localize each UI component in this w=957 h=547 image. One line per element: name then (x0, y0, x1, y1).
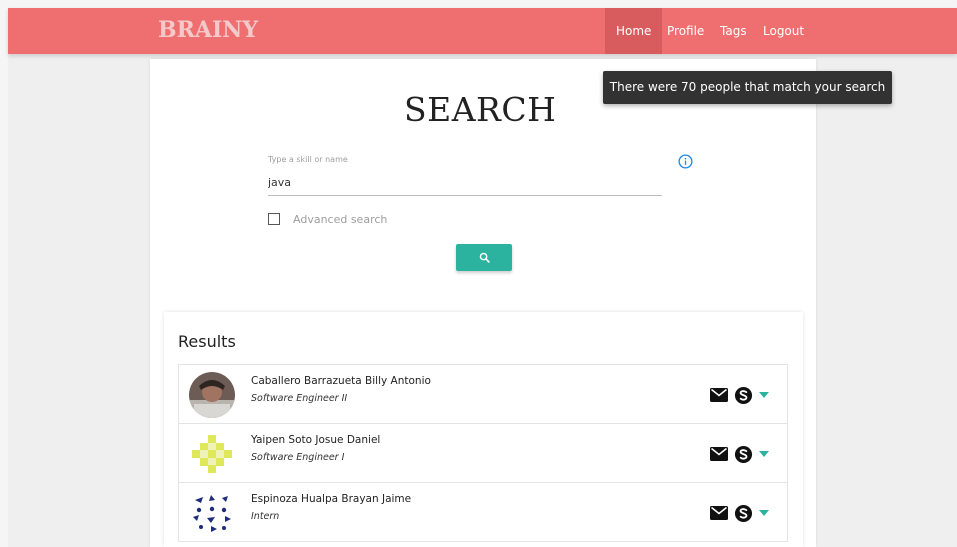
skype-icon[interactable] (734, 445, 753, 464)
row-actions (710, 385, 769, 405)
nav-tags[interactable]: Tags (709, 8, 758, 54)
result-row[interactable]: Yaipen Soto Josue Daniel Software Engine… (178, 423, 788, 483)
result-row[interactable]: Espinoza Hualpa Brayan Jaime Intern (178, 482, 788, 542)
avatar (189, 372, 235, 418)
chevron-down-icon[interactable] (759, 392, 769, 398)
advanced-search-label[interactable]: Advanced search (293, 213, 387, 226)
top-navbar: BRAINY Home Profile Tags Logout (8, 8, 957, 54)
row-actions (710, 503, 769, 523)
search-field-label: Type a skill or name (268, 155, 348, 164)
avatar (189, 490, 235, 536)
email-icon[interactable] (710, 388, 728, 402)
chevron-down-icon[interactable] (759, 510, 769, 516)
person-name[interactable]: Caballero Barrazueta Billy Antonio (251, 375, 431, 387)
search-icon (479, 252, 490, 263)
person-name[interactable]: Yaipen Soto Josue Daniel (251, 434, 380, 446)
search-button[interactable] (456, 244, 512, 271)
skype-icon[interactable] (734, 504, 753, 523)
person-role: Intern (251, 511, 280, 522)
chevron-down-icon[interactable] (759, 451, 769, 457)
nav-profile[interactable]: Profile (656, 8, 715, 54)
nav-logout[interactable]: Logout (752, 8, 815, 54)
skype-icon[interactable] (734, 386, 753, 405)
email-icon[interactable] (710, 447, 728, 461)
row-actions (710, 444, 769, 464)
person-role: Software Engineer I (251, 452, 345, 463)
page-title: SEARCH (404, 90, 557, 129)
email-icon[interactable] (710, 506, 728, 520)
toast-notification: There were 70 people that match your sea… (603, 71, 892, 104)
results-title: Results (178, 332, 236, 351)
brand-logo[interactable]: BRAINY (158, 17, 258, 43)
person-name[interactable]: Espinoza Hualpa Brayan Jaime (251, 493, 411, 505)
nav-home[interactable]: Home (605, 8, 663, 54)
avatar (189, 431, 235, 477)
result-row[interactable]: Caballero Barrazueta Billy Antonio Softw… (178, 364, 788, 424)
person-role: Software Engineer II (251, 393, 348, 404)
search-input[interactable] (268, 170, 662, 196)
info-icon[interactable] (678, 154, 693, 169)
advanced-search-checkbox[interactable] (268, 213, 280, 225)
